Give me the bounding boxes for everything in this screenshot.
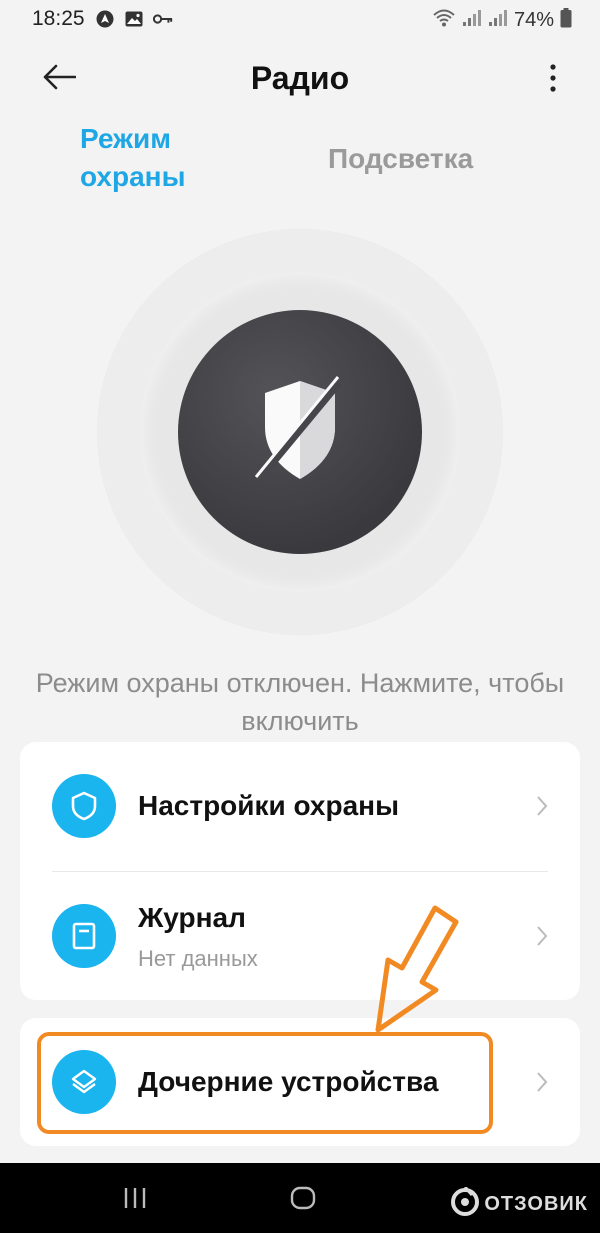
shield-off-icon bbox=[254, 375, 345, 490]
chevron-right-icon bbox=[532, 1069, 552, 1095]
journal-title: Журнал bbox=[138, 902, 246, 933]
annotation-arrow-icon bbox=[360, 900, 480, 1040]
chevron-right-icon bbox=[532, 923, 552, 949]
journal-row[interactable]: Журнал Нет данных bbox=[20, 872, 580, 1000]
home-button[interactable] bbox=[290, 1186, 316, 1210]
more-options-button[interactable] bbox=[538, 60, 568, 100]
watermark-text: ОТЗОВИК bbox=[484, 1193, 588, 1215]
battery-percent: 74% bbox=[513, 9, 554, 31]
more-vertical-icon bbox=[550, 63, 556, 97]
image-icon bbox=[124, 9, 144, 29]
status-notification-icons bbox=[95, 9, 173, 29]
status-system-icons: 74% bbox=[432, 8, 572, 33]
settings-card: Настройки охраны Журнал Нет данных bbox=[20, 742, 580, 1000]
annotation-highlight-box bbox=[37, 1032, 493, 1134]
security-toggle-button[interactable] bbox=[178, 310, 422, 554]
navigation-icon bbox=[95, 9, 115, 29]
recent-apps-button[interactable] bbox=[122, 1186, 148, 1210]
tab-backlight[interactable]: Подсветка bbox=[328, 140, 473, 178]
journal-icon bbox=[52, 904, 116, 968]
security-status-hint: Режим охраны отключен. Нажмите, чтобы вк… bbox=[35, 668, 565, 736]
key-icon bbox=[153, 9, 173, 29]
signal-icon bbox=[488, 9, 508, 32]
home-icon bbox=[290, 1186, 316, 1214]
shield-icon bbox=[52, 774, 116, 838]
journal-subtitle: Нет данных bbox=[138, 946, 258, 971]
status-time: 18:25 bbox=[32, 7, 85, 30]
otzovik-watermark: ОТЗОВИК bbox=[450, 1186, 588, 1222]
tab-security-mode[interactable]: Режим охраны bbox=[80, 120, 230, 196]
security-settings-title: Настройки охраны bbox=[138, 790, 399, 821]
page-title: Радио bbox=[250, 60, 350, 96]
otzovik-logo-icon bbox=[450, 1186, 480, 1222]
wifi-icon bbox=[432, 8, 456, 33]
chevron-right-icon bbox=[532, 793, 552, 819]
battery-icon bbox=[560, 8, 572, 33]
security-settings-row[interactable]: Настройки охраны bbox=[20, 742, 580, 870]
signal-icon bbox=[462, 9, 482, 32]
recent-apps-icon bbox=[122, 1188, 148, 1214]
